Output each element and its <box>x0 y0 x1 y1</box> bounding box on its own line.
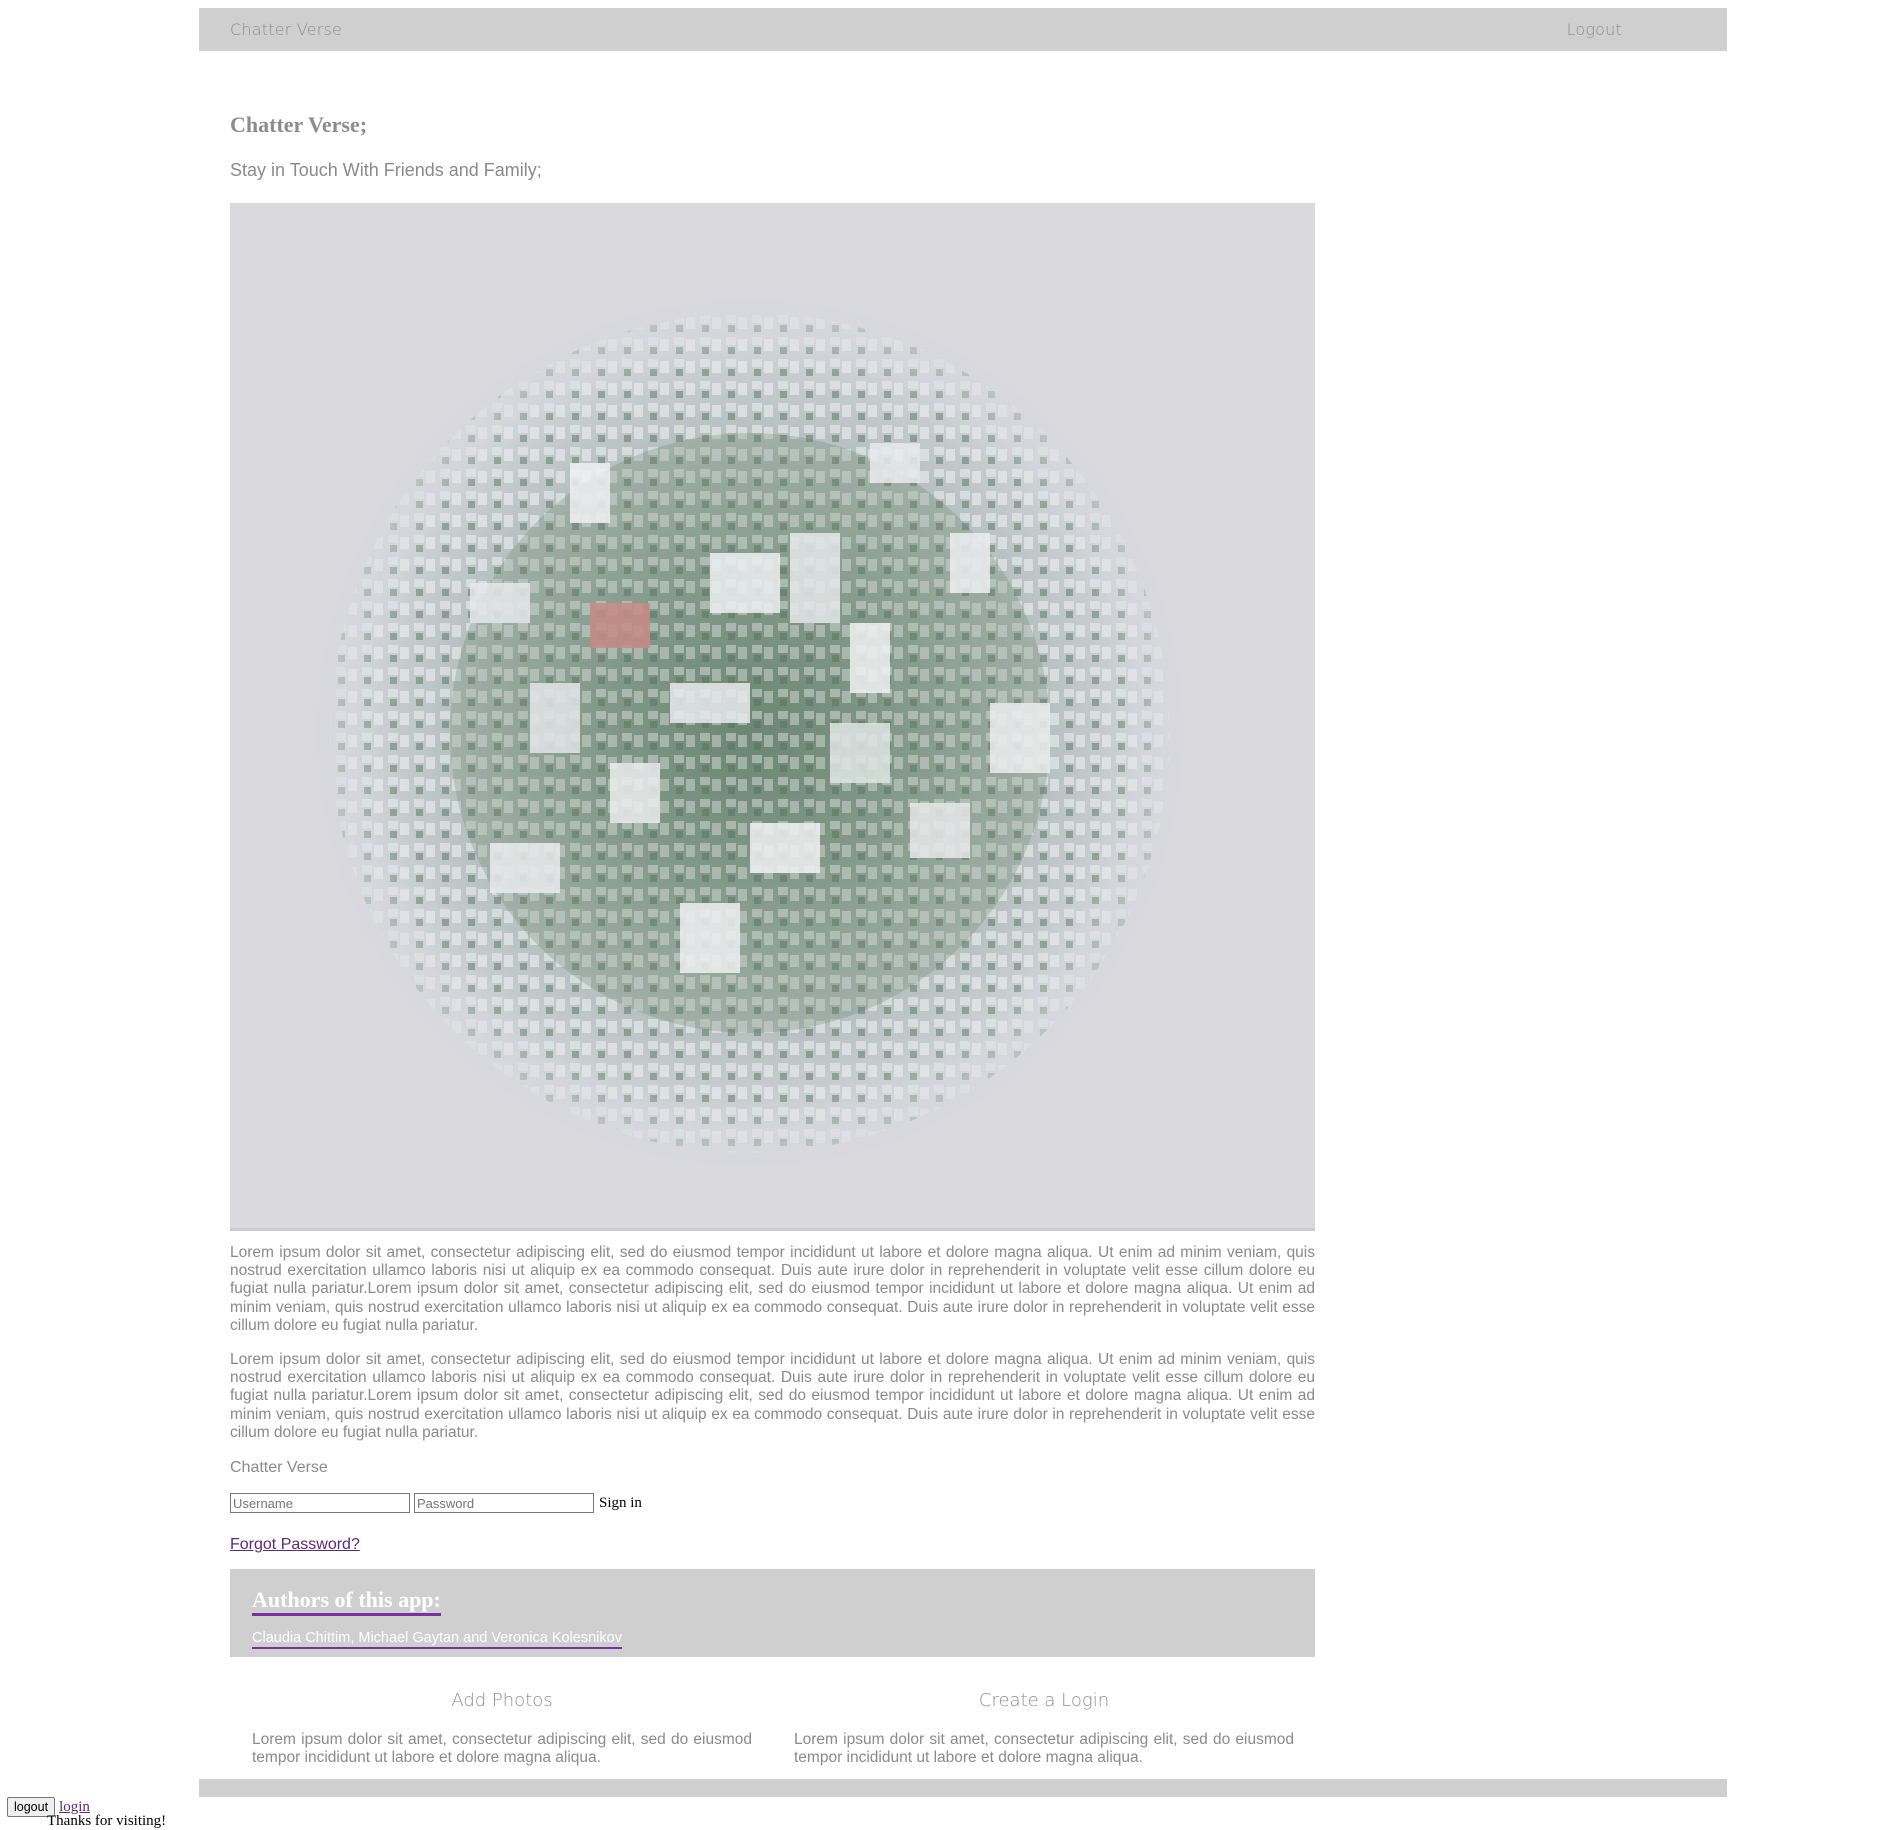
feature-create-login: Create a Login Lorem ipsum dolor sit ame… <box>794 1690 1294 1767</box>
feature-title: Add Photos <box>451 1690 553 1711</box>
feature-text: Lorem ipsum dolor sit amet, consectetur … <box>252 1731 752 1767</box>
page-title: Chatter Verse; <box>230 112 368 137</box>
intro-paragraph-2: Lorem ipsum dolor sit amet, consectetur … <box>230 1351 1315 1441</box>
hero-image <box>230 203 1315 1231</box>
feature-add-photos: Add Photos Lorem ipsum dolor sit amet, c… <box>252 1690 752 1767</box>
authors-names[interactable]: Claudia Chittim, Michael Gaytan and Vero… <box>252 1630 622 1649</box>
authors-panel: Authors of this app: Claudia Chittim, Mi… <box>230 1569 1315 1657</box>
brand-label: Chatter Verse <box>230 1459 328 1476</box>
authors-heading[interactable]: Authors of this app: <box>252 1587 441 1616</box>
page-container: Chatter Verse Logout Chatter Verse; Stay… <box>199 8 1727 1797</box>
intro-paragraph-1: Lorem ipsum dolor sit amet, consectetur … <box>230 1244 1315 1334</box>
forgot-password-link[interactable]: Forgot Password? <box>230 1536 360 1554</box>
thanks-message: Thanks for visiting! <box>47 1813 167 1829</box>
signin-form: Sign in <box>230 1493 642 1513</box>
username-input[interactable] <box>230 1493 410 1513</box>
tagline: Stay in Touch With Friends and Family; <box>230 160 542 180</box>
tiny-planet-illustration <box>230 203 1315 1228</box>
navbar: Chatter Verse Logout <box>199 8 1727 51</box>
navbar-brand[interactable]: Chatter Verse <box>230 20 342 39</box>
feature-text: Lorem ipsum dolor sit amet, consectetur … <box>794 1731 1294 1767</box>
logout-link[interactable]: Logout <box>1567 20 1622 39</box>
signin-button[interactable]: Sign in <box>599 1495 642 1512</box>
feature-title: Create a Login <box>978 1690 1110 1711</box>
password-input[interactable] <box>414 1493 594 1513</box>
footer-bar <box>199 1779 1727 1797</box>
